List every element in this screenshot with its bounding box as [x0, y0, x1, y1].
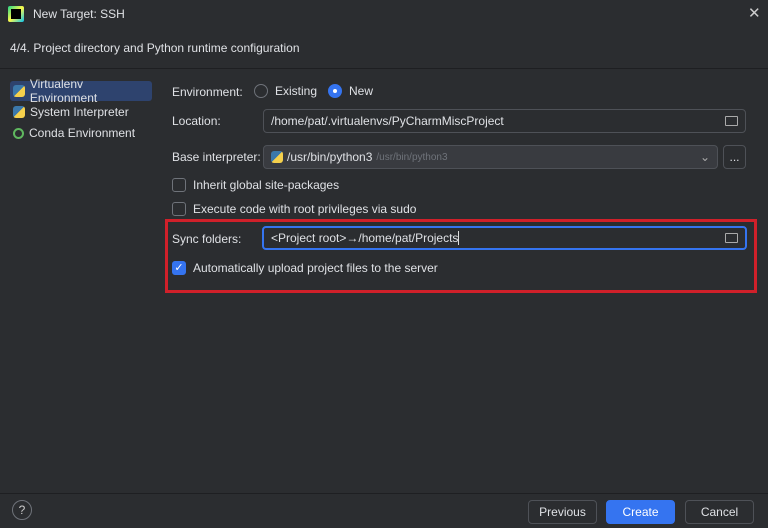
sync-folders-label: Sync folders:: [172, 232, 242, 246]
sync-folders-input[interactable]: <Project root>→/home/pat/Projects: [262, 226, 747, 250]
cancel-button[interactable]: Cancel: [685, 500, 754, 524]
sidebar-item-system-interpreter[interactable]: System Interpreter: [10, 102, 152, 122]
folder-icon[interactable]: [725, 233, 738, 243]
create-button[interactable]: Create: [606, 500, 675, 524]
close-icon[interactable]: ✕: [748, 4, 761, 22]
checkbox-label: Automatically upload project files to th…: [193, 261, 438, 275]
base-interpreter-hint: /usr/bin/python3: [376, 151, 448, 163]
browse-button[interactable]: ...: [723, 145, 746, 169]
python-icon: [13, 106, 25, 118]
sidebar-item-label: System Interpreter: [30, 105, 129, 119]
sidebar-item-label: Conda Environment: [29, 126, 136, 140]
python-icon: [13, 85, 25, 97]
chevron-down-icon[interactable]: ⌄: [700, 150, 710, 164]
step-header: 4/4. Project directory and Python runtim…: [10, 41, 300, 55]
radio-button[interactable]: [328, 84, 342, 98]
sudo-checkbox[interactable]: Execute code with root privileges via su…: [172, 202, 416, 216]
title-bar: New Target: SSH ✕: [0, 0, 768, 28]
footer-divider: [0, 493, 768, 494]
base-interpreter-select[interactable]: /usr/bin/python3 /usr/bin/python3 ⌄: [263, 145, 718, 169]
radio-new[interactable]: New: [328, 84, 373, 98]
window-title: New Target: SSH: [33, 7, 125, 21]
text-cursor: [458, 231, 460, 245]
radio-label: Existing: [275, 84, 318, 98]
auto-upload-checkbox[interactable]: ✓ Automatically upload project files to t…: [172, 261, 438, 275]
checkbox-label: Inherit global site-packages: [193, 178, 340, 192]
checkbox-label: Execute code with root privileges via su…: [193, 202, 417, 216]
environment-label: Environment:: [172, 85, 243, 99]
pycharm-logo-icon: [8, 6, 24, 22]
help-button[interactable]: ?: [12, 500, 32, 520]
base-interpreter-value: /usr/bin/python3: [287, 150, 373, 164]
python-icon: [271, 151, 283, 163]
folder-icon[interactable]: [725, 116, 738, 126]
location-input[interactable]: /home/pat/.virtualenvs/PyCharmMiscProjec…: [263, 109, 746, 133]
checkbox[interactable]: [172, 178, 186, 192]
sidebar-item-conda[interactable]: Conda Environment: [10, 123, 152, 143]
conda-icon: [13, 127, 24, 139]
radio-button[interactable]: [254, 84, 268, 98]
sidebar-item-label: Virtualenv Environment: [29, 77, 98, 105]
location-value: /home/pat/.virtualenvs/PyCharmMiscProjec…: [271, 114, 504, 128]
inherit-checkbox[interactable]: Inherit global site-packages: [172, 178, 339, 192]
radio-existing[interactable]: Existing: [254, 84, 317, 98]
radio-label: New: [349, 84, 374, 98]
sync-folders-value: <Project root>→/home/pat/Projects: [271, 231, 459, 245]
checkbox[interactable]: [172, 202, 186, 216]
checkmark-icon[interactable]: ✓: [172, 261, 186, 275]
location-label: Location:: [172, 114, 221, 128]
sidebar-item-virtualenv[interactable]: Virtualenv Environment: [10, 77, 152, 105]
previous-button[interactable]: Previous: [528, 500, 597, 524]
divider: [0, 68, 768, 69]
base-interpreter-label: Base interpreter:: [172, 150, 261, 164]
